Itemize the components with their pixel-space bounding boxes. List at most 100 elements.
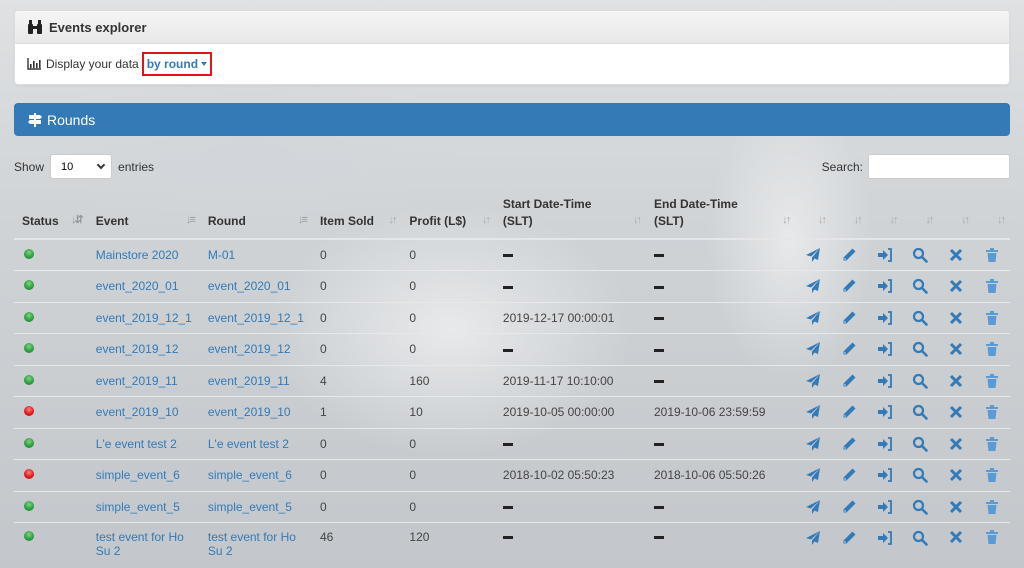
round-link[interactable]: simple_event_5 [208, 500, 292, 514]
event-link[interactable]: simple_event_5 [96, 500, 180, 514]
send-button[interactable] [795, 238, 831, 271]
edit-button[interactable] [830, 459, 867, 491]
display-mode-dropdown[interactable]: by round [141, 52, 213, 76]
view-button[interactable] [902, 301, 939, 334]
round-link[interactable]: M-01 [208, 248, 235, 262]
delete-button[interactable] [974, 301, 1010, 334]
status-cell [14, 238, 88, 271]
enter-button[interactable] [866, 490, 903, 523]
send-button[interactable] [795, 522, 831, 563]
event-link[interactable]: L'e event test 2 [96, 437, 177, 451]
close-button[interactable] [938, 459, 975, 491]
enter-button[interactable] [866, 364, 903, 397]
send-button[interactable] [795, 364, 831, 397]
send-button[interactable] [795, 301, 831, 334]
enter-button[interactable] [866, 333, 903, 365]
enter-button[interactable] [866, 522, 903, 563]
close-button[interactable] [938, 270, 975, 302]
round-link[interactable]: event_2019_11 [208, 374, 290, 388]
column-header-event[interactable]: Event ↓≡ [87, 190, 200, 240]
view-button[interactable] [902, 427, 939, 460]
event-link[interactable]: event_2019_11 [96, 374, 178, 388]
send-button[interactable] [795, 333, 831, 365]
round-link[interactable]: event_2020_01 [208, 279, 291, 293]
rounds-panel-header: Rounds [14, 103, 1010, 136]
column-header-action-4[interactable]: ↓↑ [902, 190, 939, 240]
close-button[interactable] [938, 301, 975, 334]
event-link[interactable]: event_2020_01 [96, 279, 179, 293]
round-link[interactable]: test event for Ho Su 2 [208, 530, 296, 558]
event-link[interactable]: event_2019_10 [96, 405, 179, 419]
delete-button[interactable] [974, 490, 1010, 523]
round-link[interactable]: event_2019_12_1 [208, 311, 304, 325]
edit-button[interactable] [830, 238, 867, 271]
view-button[interactable] [902, 396, 939, 428]
column-header-action-5[interactable]: ↓↑ [938, 190, 975, 240]
column-header-end[interactable]: End Date-Time (SLT) ↓↑ [645, 190, 796, 240]
round-link[interactable]: L'e event test 2 [208, 437, 289, 451]
delete-button[interactable] [974, 364, 1010, 397]
event-link[interactable]: event_2019_12_1 [96, 311, 192, 325]
enter-button[interactable] [866, 427, 903, 460]
entries-select[interactable]: 10 [50, 154, 113, 179]
column-header-round[interactable]: Round ↓≡ [199, 190, 312, 240]
edit-button[interactable] [830, 364, 867, 397]
column-header-action-3[interactable]: ↓↑ [866, 190, 903, 240]
delete-button[interactable] [974, 522, 1010, 563]
view-button[interactable] [902, 270, 939, 302]
column-header-action-6[interactable]: ↓↑ [974, 190, 1010, 240]
column-header-profit[interactable]: Profit (L$) ↓↑ [401, 190, 495, 240]
view-button[interactable] [902, 522, 939, 563]
enter-button[interactable] [866, 396, 903, 428]
close-button[interactable] [938, 490, 975, 523]
close-button[interactable] [938, 333, 975, 365]
round-link[interactable]: event_2019_10 [208, 405, 291, 419]
view-button[interactable] [902, 238, 939, 271]
edit-button[interactable] [830, 301, 867, 334]
view-button[interactable] [902, 490, 939, 523]
edit-button[interactable] [830, 333, 867, 365]
close-button[interactable] [938, 522, 975, 563]
search-input[interactable] [868, 154, 1010, 179]
enter-button[interactable] [866, 238, 903, 271]
event-link[interactable]: simple_event_6 [96, 468, 180, 482]
view-button[interactable] [902, 364, 939, 397]
view-button[interactable] [902, 459, 939, 491]
delete-button[interactable] [974, 396, 1010, 428]
close-button[interactable] [938, 427, 975, 460]
edit-button[interactable] [830, 427, 867, 460]
event-link[interactable]: event_2019_12 [96, 342, 179, 356]
edit-button[interactable] [830, 490, 867, 523]
column-header-action-2[interactable]: ↓↑ [830, 190, 867, 240]
delete-button[interactable] [974, 427, 1010, 460]
send-button[interactable] [795, 459, 831, 491]
send-button[interactable] [795, 270, 831, 302]
enter-icon [869, 247, 901, 263]
event-link[interactable]: test event for Ho Su 2 [96, 530, 184, 558]
close-button[interactable] [938, 396, 975, 428]
delete-button[interactable] [974, 270, 1010, 302]
send-button[interactable] [795, 490, 831, 523]
send-button[interactable] [795, 396, 831, 428]
delete-button[interactable] [974, 238, 1010, 271]
column-header-status[interactable]: Status ↓⇵ [14, 190, 88, 240]
start-cell: 2018-10-02 05:50:23 [494, 459, 646, 491]
close-button[interactable] [938, 364, 975, 397]
enter-button[interactable] [866, 270, 903, 302]
round-link[interactable]: event_2019_12 [208, 342, 291, 356]
close-button[interactable] [938, 238, 975, 271]
round-link[interactable]: simple_event_6 [208, 468, 292, 482]
send-button[interactable] [795, 427, 831, 460]
column-header-action-1[interactable]: ↓↑ [795, 190, 831, 240]
edit-button[interactable] [830, 522, 867, 563]
column-header-start[interactable]: Start Date-Time (SLT) ↓↑ [494, 190, 646, 240]
view-button[interactable] [902, 333, 939, 365]
enter-button[interactable] [866, 459, 903, 491]
edit-button[interactable] [830, 270, 867, 302]
delete-button[interactable] [974, 459, 1010, 491]
edit-button[interactable] [830, 396, 867, 428]
delete-button[interactable] [974, 333, 1010, 365]
column-header-item-sold[interactable]: Item Sold ↓↑ [311, 190, 402, 240]
enter-button[interactable] [866, 301, 903, 334]
event-link[interactable]: Mainstore 2020 [96, 248, 179, 262]
